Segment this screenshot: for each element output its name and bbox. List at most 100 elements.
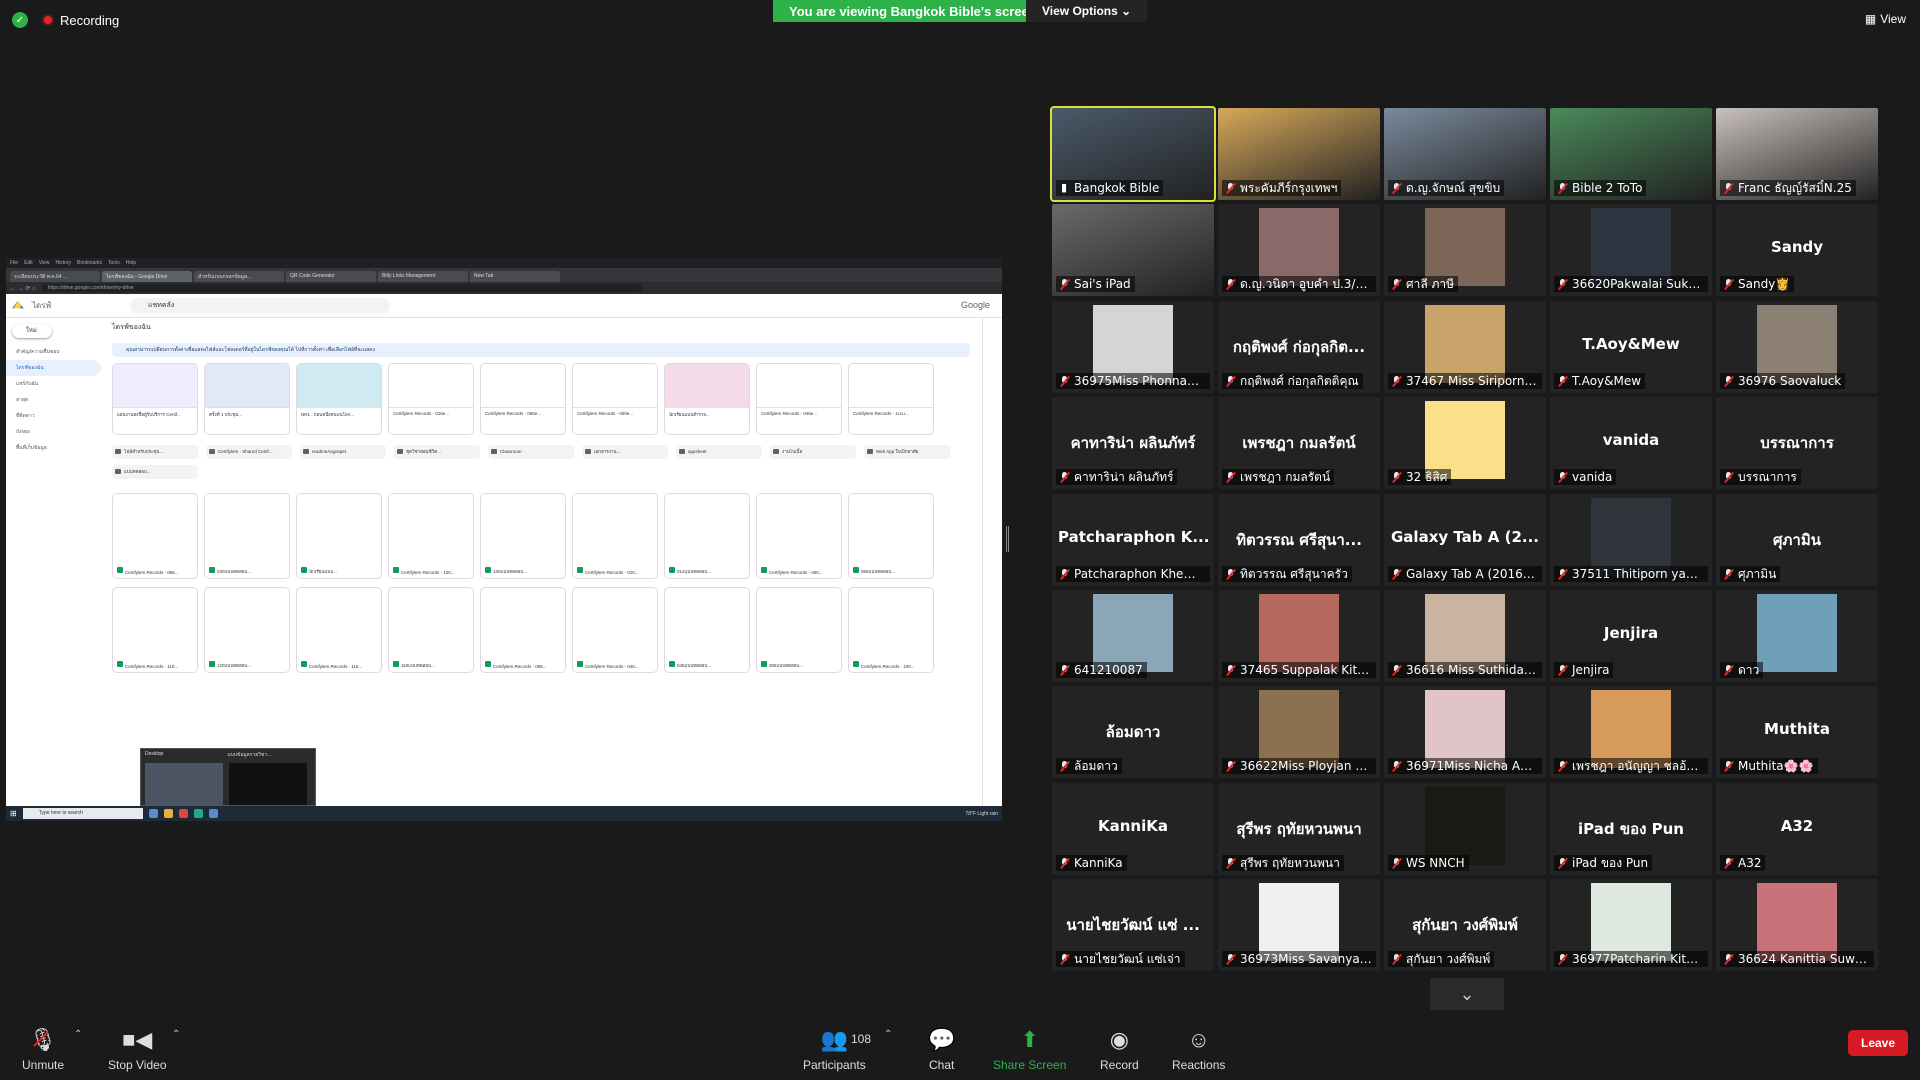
file-card: 066แบบทดสอบ...: [848, 493, 934, 579]
participant-tile[interactable]: 36616 Miss Suthida C...: [1384, 590, 1546, 682]
splitter-handle[interactable]: [1006, 526, 1009, 552]
file-card: Certifylem Records - 110...: [112, 587, 198, 673]
participant-tile[interactable]: WS NNCH: [1384, 782, 1546, 875]
file-card: Certifylem Records - 120...: [388, 493, 474, 579]
participant-tile[interactable]: ศุภามิน ศุภามิน: [1716, 493, 1878, 586]
drive-info-banner: คุณสามารถเปลี่ยนการตั้งค่าเพื่อแสดงไฟล์แ…: [112, 343, 970, 357]
taskbar-window-preview: Desktop แบบข้อมูลรายวิชา...: [140, 748, 316, 806]
file-card: Certifylem Records - 060...: [756, 493, 842, 579]
participant-name-label: 36977Patcharin Kitbu...: [1554, 951, 1708, 968]
participant-tile[interactable]: 36976 Saovaluck: [1716, 300, 1878, 393]
muted-mic-icon: [1724, 183, 1733, 193]
participant-tile[interactable]: คาทาริน่า ผลินภัทร์ คาทาริน่า ผลินภัทร์: [1052, 397, 1214, 490]
recording-dot-icon: [42, 14, 54, 26]
participant-count: 108: [851, 1032, 872, 1046]
share-screen-button[interactable]: ⬆ Share Screen: [993, 1028, 1066, 1073]
record-button[interactable]: ◉ Record: [1100, 1027, 1139, 1073]
view-options-button[interactable]: View Options ⌄: [1026, 0, 1148, 22]
participant-tile[interactable]: นายไชยวัฒน์ แซ่ ... นายไชยวัฒน์ แซ่เจ่า: [1052, 879, 1214, 972]
participant-tile[interactable]: ดาว: [1716, 590, 1878, 682]
participant-tile[interactable]: กฤติพงศ์ ก่อกุลกิต... กฤติพงศ์ ก่อกุลกิตต…: [1218, 300, 1380, 393]
participant-tile[interactable]: Galaxy Tab A (2... Galaxy Tab A (2016) ..…: [1384, 493, 1546, 586]
participant-tile[interactable]: ล้อมดาว ล้อมดาว: [1052, 686, 1214, 779]
drive-search-input: แชทคลัง: [130, 297, 390, 314]
participant-tile[interactable]: 36975Miss Phonnaph...: [1052, 300, 1214, 393]
status-area: ✓ Recording: [12, 12, 119, 28]
unmute-label: Unmute: [22, 1058, 65, 1072]
participants-caret[interactable]: ⌃: [884, 1029, 892, 1040]
participant-name: Franc ธัญญ์รัสมิ์N.25: [1738, 181, 1852, 195]
participant-tile[interactable]: 641210087: [1052, 590, 1214, 682]
participant-name-label: 36976 Saovaluck: [1720, 372, 1846, 389]
participant-name-label: ล้อมดาว: [1056, 758, 1122, 775]
participant-tile[interactable]: 36622Miss Ployjan Sa...: [1218, 686, 1380, 779]
video-options-caret[interactable]: ⌃: [172, 1029, 180, 1040]
participant-tile[interactable]: iPad ของ Pun iPad ของ Pun: [1550, 782, 1712, 875]
participant-tile[interactable]: 36977Patcharin Kitbu...: [1550, 879, 1712, 972]
reactions-button[interactable]: ☺ Reactions: [1172, 1028, 1225, 1073]
stop-video-button[interactable]: ■◀ Stop Video: [108, 1028, 167, 1073]
record-icon: ◉: [1109, 1027, 1129, 1052]
participant-name: A32: [1738, 855, 1762, 870]
chat-button[interactable]: 💬 Chat: [928, 1028, 955, 1073]
meeting-toolbar: 🎙 Unmute ⌃ ■◀ Stop Video ⌃ 👥 Participant…: [0, 1016, 1920, 1080]
participant-tile[interactable]: Sandy Sandy👸: [1716, 204, 1878, 297]
file-card: Certifylem Records - 100...: [848, 587, 934, 673]
muted-mic-icon: [1558, 472, 1567, 482]
participant-tile[interactable]: A32 A32: [1716, 782, 1878, 875]
participant-tile[interactable]: Franc ธัญญ์รัสมิ์N.25: [1716, 108, 1878, 200]
participant-tile[interactable]: Muthita Muthita🌸🌸: [1716, 686, 1878, 779]
participant-name-label: WS NNCH: [1388, 854, 1469, 871]
gallery-next-page-button[interactable]: ⌄: [1430, 978, 1504, 1010]
participant-tile[interactable]: 36620Pakwalai Suksa...: [1550, 204, 1712, 297]
file-card: Certifylem Records - 065...: [480, 587, 566, 673]
participant-display-name: Galaxy Tab A (2...: [1391, 527, 1539, 546]
participant-tile[interactable]: Sai's iPad: [1052, 204, 1214, 297]
participant-tile[interactable]: 36973Miss Savanya P...: [1218, 879, 1380, 972]
participant-tile[interactable]: ทิตวรรณ ศรีสุนา... ทิตวรรณ ศรีสุนาครัว: [1218, 493, 1380, 586]
participant-tile[interactable]: เพรชฎา อนัญญา ชลอ้นชม: [1550, 686, 1712, 779]
participant-tile[interactable]: ▮ Bangkok Bible: [1050, 106, 1216, 202]
participant-tile[interactable]: เพรชฎา กมลรัตน์ เพรชฎา กมลรัตน์: [1218, 397, 1380, 490]
participant-tile[interactable]: Patcharaphon K... Patcharaphon Khema...: [1052, 493, 1214, 586]
folder-item: Classroom: [488, 445, 574, 459]
participant-tile[interactable]: พระคัมภีร์กรุงเทพฯ: [1218, 108, 1380, 200]
participant-tile[interactable]: Bible 2 ToTo: [1550, 108, 1712, 200]
participant-tile[interactable]: สุกันยา วงศ์พิมพ์ สุกันยา วงศ์พิมพ์: [1384, 879, 1546, 972]
participant-tile[interactable]: 37465 Suppalak Kitba...: [1218, 590, 1380, 682]
participant-tile[interactable]: 37467 Miss Siriporn ...: [1384, 300, 1546, 393]
participant-tile[interactable]: บรรณาการ บรรณาการ: [1716, 397, 1878, 490]
encryption-shield-icon[interactable]: ✓: [12, 12, 28, 28]
participant-name: ล้อมดาว: [1074, 759, 1118, 774]
participant-tile[interactable]: 36624 Kanittia Suwea...: [1716, 879, 1878, 972]
nav-arrows-icon: ← → ⟳ ⌂: [10, 285, 36, 292]
participant-tile[interactable]: 36971Miss Nicha Ana...: [1384, 686, 1546, 779]
leave-button[interactable]: Leave: [1848, 1030, 1908, 1056]
participant-tile[interactable]: ศาลี ภาษี: [1384, 204, 1546, 297]
participant-tile[interactable]: KanniKa KanniKa: [1052, 782, 1214, 875]
participant-tile[interactable]: 37511 Thitiporn yaebi...: [1550, 493, 1712, 586]
participant-name-label: 37511 Thitiporn yaebi...: [1554, 565, 1708, 582]
participant-tile[interactable]: 32 ธิสิศ: [1384, 397, 1546, 490]
unmute-button[interactable]: 🎙 Unmute: [22, 1028, 65, 1073]
zoom-meeting-window: ✓ Recording You are viewing Bangkok Bibl…: [0, 0, 1920, 1080]
file-name: Certifylem Records - 010...: [585, 570, 639, 575]
recording-indicator[interactable]: Recording: [42, 13, 119, 28]
participant-tile[interactable]: T.Aoy&Mew T.Aoy&Mew: [1550, 300, 1712, 393]
participant-tile[interactable]: ด.ญ.จักษณ์ สุขขิบ: [1384, 108, 1546, 200]
participant-avatar: [1591, 497, 1671, 576]
participant-display-name: เพรชฎา กมลรัตน์: [1242, 434, 1356, 453]
participant-display-name: iPad ของ Pun: [1578, 819, 1684, 838]
card-preview: [573, 364, 657, 408]
quick-access-card: Certifylem Records - 045e...: [756, 363, 842, 435]
participant-tile[interactable]: Jenjira Jenjira: [1550, 590, 1712, 682]
view-button[interactable]: ▦ View: [1865, 12, 1906, 26]
app-icon: [163, 809, 173, 818]
participant-tile[interactable]: ด.ญ.วนิดา อูบคำ ป.3/1 ...: [1218, 204, 1380, 297]
participant-tile[interactable]: สุรีพร ฤทัยหวนพนา สุรีพร ฤทัยหวนพนา: [1218, 782, 1380, 875]
participant-name: Bible 2 ToTo: [1572, 181, 1643, 195]
drive-new-button: ใหม่: [12, 324, 52, 338]
participant-tile[interactable]: vanida vanida: [1550, 397, 1712, 490]
audio-options-caret[interactable]: ⌃: [74, 1029, 82, 1040]
drive-nav-item: ล่าสุด: [16, 397, 29, 403]
